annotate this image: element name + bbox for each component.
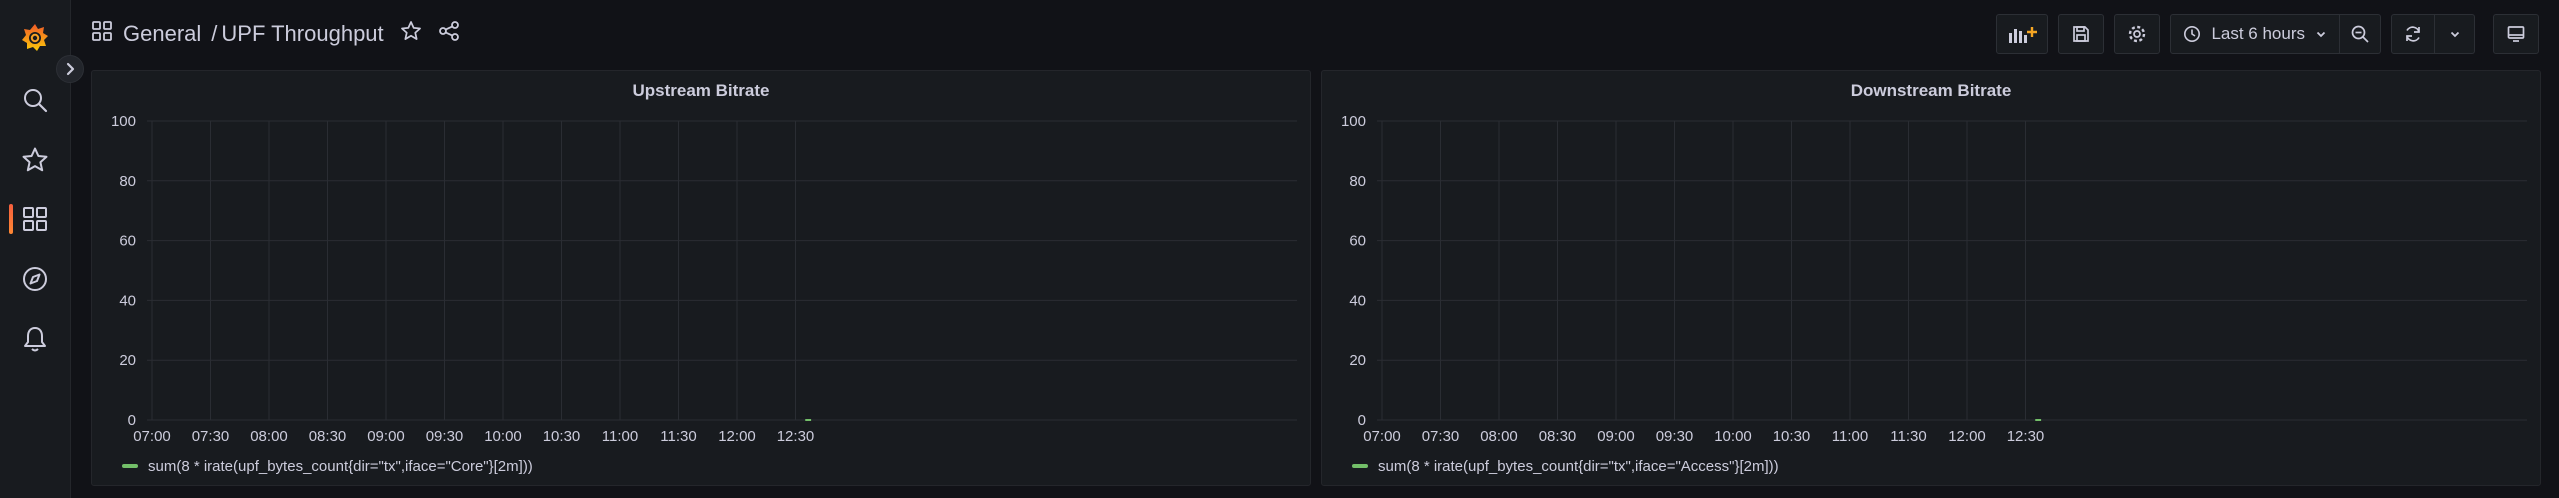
grafana-app: General / UPF Throughput Last 6 hours Up…	[0, 0, 2559, 498]
zoom-out-icon	[2351, 25, 2369, 43]
x-tick-label: 08:30	[309, 428, 347, 445]
x-tick-label: 11:00	[1832, 428, 1868, 445]
zoom-out-button[interactable]	[2340, 14, 2381, 54]
gear-icon	[2129, 25, 2146, 43]
add-panel-button[interactable]	[1996, 14, 2049, 54]
view-mode-button[interactable]	[2493, 14, 2539, 54]
panel-title[interactable]: Downstream Bitrate	[1322, 81, 2540, 101]
monitor-icon	[2507, 26, 2525, 42]
y-tick-label: 100	[111, 113, 136, 130]
y-tick-label: 80	[1349, 173, 1366, 190]
legend-item[interactable]: sum(8 * irate(upf_bytes_count{dir="tx",i…	[122, 456, 533, 476]
x-tick-label: 07:30	[192, 428, 230, 445]
active-indicator	[9, 204, 13, 234]
x-tick-label: 07:00	[1363, 428, 1401, 445]
panel-downstream-bitrate[interactable]: Downstream Bitrate 0 20 40 60 80 100 07:00 07:3…	[1321, 70, 2541, 486]
clock-icon	[2184, 26, 2201, 42]
y-tick-label: 40	[119, 292, 136, 309]
refresh-group	[2391, 14, 2475, 54]
x-tick-label: 11:00	[602, 428, 638, 445]
save-icon	[2073, 26, 2090, 42]
x-tick-label: 12:00	[1948, 428, 1986, 445]
dashboard-settings-button[interactable]	[2114, 14, 2161, 54]
chevron-right-icon	[66, 62, 75, 76]
x-tick-label: 10:00	[484, 428, 522, 445]
favorite-star-icon[interactable]	[400, 20, 422, 48]
x-tick-label: 07:30	[1422, 428, 1460, 445]
breadcrumb-folder[interactable]: General	[123, 21, 201, 47]
x-tick-label: 12:30	[777, 428, 815, 445]
refresh-icon	[2406, 26, 2420, 42]
panel-title[interactable]: Upstream Bitrate	[92, 81, 1310, 101]
x-tick-label: 09:00	[367, 428, 405, 445]
x-tick-label: 09:30	[426, 428, 464, 445]
y-tick-label: 60	[1349, 233, 1366, 250]
dashboard-toolbar: Last 6 hours	[1996, 14, 2539, 54]
refresh-interval-dropdown[interactable]	[2435, 14, 2475, 54]
legend-label: sum(8 * irate(upf_bytes_count{dir="tx",i…	[1378, 457, 1779, 475]
time-range-picker[interactable]: Last 6 hours	[2170, 14, 2340, 54]
y-tick-label: 20	[119, 352, 136, 369]
x-tick-label: 10:30	[543, 428, 581, 445]
dashboard-title[interactable]: UPF Throughput	[221, 21, 383, 47]
legend-item[interactable]: sum(8 * irate(upf_bytes_count{dir="tx",i…	[1352, 456, 1779, 476]
x-tick-label: 11:30	[1890, 428, 1926, 445]
y-tick-label: 60	[119, 233, 136, 250]
graph-plot[interactable]: 0 20 40 60 80 100 07:00 07:30 08:00 08:30 09:00 09:…	[1322, 111, 2540, 456]
x-tick-label: 09:00	[1597, 428, 1635, 445]
save-dashboard-button[interactable]	[2058, 14, 2105, 54]
chevron-down-icon	[2316, 31, 2326, 38]
x-tick-label: 12:00	[718, 428, 756, 445]
compass-icon[interactable]	[15, 259, 55, 299]
search-icon[interactable]	[15, 80, 55, 120]
x-tick-label: 12:30	[2007, 428, 2045, 445]
chevron-down-icon	[2450, 31, 2459, 38]
expand-sidebar-button[interactable]	[56, 55, 84, 83]
graph-plot[interactable]: 0 20 40 60 80 100 07:00 07:30 08:00 08:30 09:00 09:…	[92, 111, 1310, 456]
grafana-logo-icon[interactable]	[15, 18, 55, 58]
x-tick-label: 08:00	[250, 428, 288, 445]
legend-color-swatch	[1352, 464, 1368, 468]
x-tick-label: 10:00	[1714, 428, 1752, 445]
y-tick-label: 100	[1341, 113, 1366, 130]
time-range-group: Last 6 hours	[2170, 14, 2381, 54]
x-tick-label: 11:30	[660, 428, 696, 445]
x-tick-label: 09:30	[1656, 428, 1694, 445]
add-panel-icon	[2009, 27, 2038, 43]
breadcrumb-separator: /	[211, 21, 218, 46]
panel-upstream-bitrate[interactable]: Upstream Bitrate 0 20 40 60 80 100 07:00 07:30 0…	[91, 70, 1311, 486]
x-tick-label: 07:00	[133, 428, 171, 445]
dashboard-header: General / UPF Throughput Last 6 hours	[71, 0, 2559, 68]
star-icon[interactable]	[15, 140, 55, 180]
y-tick-label: 0	[1358, 412, 1366, 429]
dashboards-grid-icon[interactable]	[15, 199, 55, 239]
legend-label: sum(8 * irate(upf_bytes_count{dir="tx",i…	[148, 457, 533, 475]
bell-icon[interactable]	[15, 319, 55, 359]
time-range-label: Last 6 hours	[2211, 24, 2305, 43]
x-tick-label: 10:30	[1773, 428, 1811, 445]
dashboards-grid-icon	[91, 20, 113, 48]
y-tick-label: 20	[1349, 352, 1366, 369]
breadcrumb: General / UPF Throughput	[91, 18, 460, 50]
x-tick-label: 08:00	[1480, 428, 1518, 445]
y-tick-label: 80	[119, 173, 136, 190]
legend-color-swatch	[122, 464, 138, 468]
y-tick-label: 40	[1349, 292, 1366, 309]
refresh-button[interactable]	[2391, 14, 2435, 54]
y-tick-label: 0	[128, 412, 136, 429]
share-icon[interactable]	[438, 20, 460, 48]
x-tick-label: 08:30	[1539, 428, 1577, 445]
